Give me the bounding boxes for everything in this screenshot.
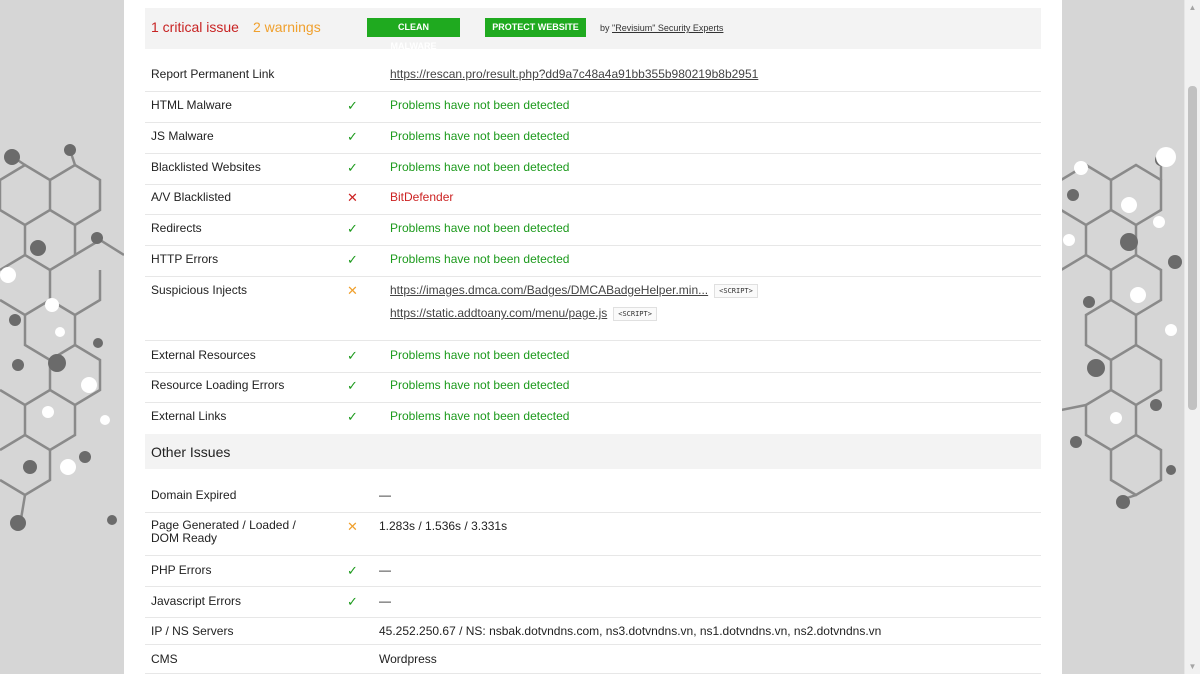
- row-status: Problems have not been detected: [390, 129, 570, 143]
- revisium-link[interactable]: "Revisium" Security Experts: [612, 23, 723, 33]
- table-row-ip-ns-servers: IP / NS Servers 45.252.250.67 / NS: nsba…: [145, 624, 1041, 645]
- other-issues-header: Other Issues: [145, 434, 1041, 469]
- check-icon: ✓: [347, 252, 358, 267]
- check-icon: ✓: [347, 594, 358, 609]
- row-label: Page Generated / Loaded / DOM Ready: [151, 518, 296, 545]
- check-icon: ✓: [347, 378, 358, 393]
- clean-malware-button[interactable]: CLEAN MALWARE: [367, 18, 460, 51]
- report-permanent-link[interactable]: https://rescan.pro/result.php?dd9a7c48a4…: [390, 67, 758, 81]
- section-title: Other Issues: [151, 444, 231, 460]
- warning-cross-icon: ✕: [347, 283, 358, 298]
- warnings-count: 2 warnings: [253, 19, 321, 35]
- critical-issues-count: 1 critical issue: [151, 19, 239, 35]
- row-status: Problems have not been detected: [390, 252, 570, 266]
- row-label: Report Permanent Link: [151, 67, 275, 81]
- check-icon: ✓: [347, 563, 358, 578]
- table-row-external-links: External Links ✓ Problems have not been …: [145, 409, 1041, 433]
- table-row-cms: CMS Wordpress: [145, 652, 1041, 674]
- protect-website-button[interactable]: PROTECT WEBSITE: [485, 18, 586, 37]
- scan-report-panel: 1 critical issue 2 warnings CLEAN MALWAR…: [124, 0, 1062, 674]
- row-value: —: [379, 594, 391, 608]
- scroll-down-arrow-icon[interactable]: ▼: [1188, 662, 1197, 671]
- row-label: CMS: [151, 652, 178, 666]
- inject-link[interactable]: https://static.addtoany.com/menu/page.js: [390, 306, 607, 320]
- row-status: Problems have not been detected: [390, 348, 570, 362]
- check-icon: ✓: [347, 221, 358, 236]
- row-label: External Links: [151, 409, 227, 423]
- table-row-http-errors: HTTP Errors ✓ Problems have not been det…: [145, 252, 1041, 277]
- row-label: Domain Expired: [151, 488, 237, 502]
- check-icon: ✓: [347, 348, 358, 363]
- molecule-background-left: [0, 0, 124, 674]
- warning-cross-icon: ✕: [347, 519, 358, 534]
- row-label: IP / NS Servers: [151, 624, 234, 638]
- inject-item: https://images.dmca.com/Badges/DMCABadge…: [390, 283, 758, 298]
- row-label: Suspicious Injects: [151, 283, 248, 297]
- script-tag-badge: <SCRIPT>: [613, 307, 657, 321]
- row-value: Wordpress: [379, 652, 437, 666]
- table-row-domain-expired: Domain Expired —: [145, 488, 1041, 513]
- table-row-js-malware: JS Malware ✓ Problems have not been dete…: [145, 129, 1041, 154]
- row-status: Problems have not been detected: [390, 378, 570, 392]
- row-label: JS Malware: [151, 129, 214, 143]
- row-label: External Resources: [151, 348, 256, 362]
- scrollbar-thumb[interactable]: [1188, 86, 1197, 410]
- row-value: 45.252.250.67 / NS: nsbak.dotvndns.com, …: [379, 624, 882, 638]
- table-row-redirects: Redirects ✓ Problems have not been detec…: [145, 221, 1041, 246]
- table-row-av-blacklisted: A/V Blacklisted ✕ BitDefender: [145, 190, 1041, 215]
- row-label: A/V Blacklisted: [151, 190, 232, 204]
- row-label: Blacklisted Websites: [151, 160, 261, 174]
- cross-icon: ✕: [347, 190, 358, 205]
- row-label: Javascript Errors: [151, 594, 242, 608]
- molecule-background-right: [1061, 0, 1185, 674]
- table-row-resource-loading-errors: Resource Loading Errors ✓ Problems have …: [145, 378, 1041, 403]
- row-label: HTTP Errors: [151, 252, 219, 266]
- row-label: Resource Loading Errors: [151, 378, 285, 392]
- table-row-external-resources: External Resources ✓ Problems have not b…: [145, 348, 1041, 373]
- row-label: Redirects: [151, 221, 202, 235]
- check-icon: ✓: [347, 98, 358, 113]
- inject-item: https://static.addtoany.com/menu/page.js…: [390, 306, 657, 321]
- table-row-blacklisted-websites: Blacklisted Websites ✓ Problems have not…: [145, 160, 1041, 185]
- row-status: Problems have not been detected: [390, 409, 570, 423]
- check-icon: ✓: [347, 409, 358, 424]
- byline-prefix: by: [600, 23, 613, 33]
- check-icon: ✓: [347, 160, 358, 175]
- table-row-report-link: Report Permanent Link https://rescan.pro…: [145, 67, 1041, 92]
- row-value: —: [379, 563, 391, 577]
- row-label: PHP Errors: [151, 563, 212, 577]
- row-status: BitDefender: [390, 190, 454, 204]
- table-row-suspicious-injects: Suspicious Injects ✕ https://images.dmca…: [145, 283, 1041, 341]
- row-status: Problems have not been detected: [390, 221, 570, 235]
- byline: by "Revisium" Security Experts: [600, 23, 723, 33]
- row-status: Problems have not been detected: [390, 98, 570, 112]
- table-row-javascript-errors: Javascript Errors ✓ —: [145, 594, 1041, 618]
- table-row-page-generated: Page Generated / Loaded / DOM Ready ✕ 1.…: [145, 519, 1041, 556]
- inject-link[interactable]: https://images.dmca.com/Badges/DMCABadge…: [390, 283, 708, 297]
- page-scrollbar[interactable]: ▲ ▼: [1184, 0, 1200, 674]
- row-value: 1.283s / 1.536s / 3.331s: [379, 519, 508, 533]
- table-row-html-malware: HTML Malware ✓ Problems have not been de…: [145, 98, 1041, 123]
- scan-summary-bar: 1 critical issue 2 warnings CLEAN MALWAR…: [145, 8, 1041, 51]
- script-tag-badge: <SCRIPT>: [714, 284, 758, 298]
- row-status: Problems have not been detected: [390, 160, 570, 174]
- table-row-php-errors: PHP Errors ✓ —: [145, 563, 1041, 587]
- row-label: HTML Malware: [151, 98, 232, 112]
- row-value: —: [379, 488, 391, 502]
- scroll-up-arrow-icon[interactable]: ▲: [1188, 3, 1197, 12]
- check-icon: ✓: [347, 129, 358, 144]
